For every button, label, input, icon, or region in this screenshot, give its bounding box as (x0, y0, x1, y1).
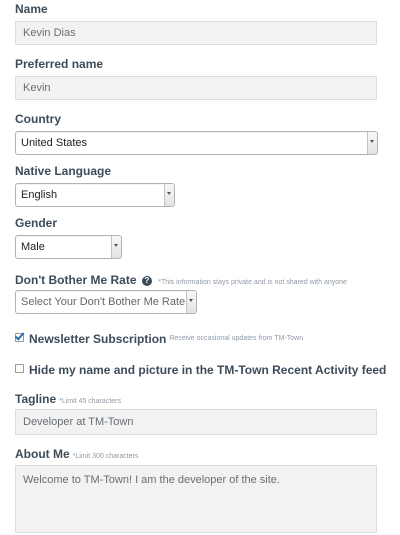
tagline-hint: *Limit 45 characters (59, 398, 121, 405)
country-dropdown-arrow[interactable] (367, 132, 377, 154)
newsletter-hint: Receive occasional updates from TM-Town (169, 335, 304, 343)
hide-activity-label[interactable]: Hide my name and picture in the TM-Town … (29, 363, 386, 377)
native-language-label: Native Language (15, 164, 112, 178)
dont-bother-label: Don't Bother Me Rate (15, 273, 137, 287)
native-language-select[interactable]: English (15, 183, 175, 207)
newsletter-row[interactable]: Newsletter Subscription Receive occasiona… (15, 330, 303, 348)
gender-label: Gender (15, 216, 58, 230)
chevron-down-icon (167, 192, 171, 195)
chevron-down-icon (114, 244, 118, 247)
chevron-down-icon (370, 140, 374, 143)
preferred-name-label: Preferred name (15, 57, 104, 71)
name-label: Name (15, 2, 48, 16)
gender-select-value: Male (21, 241, 45, 253)
chevron-down-icon (189, 299, 193, 302)
help-icon[interactable]: ? (141, 276, 152, 286)
country-label: Country (15, 112, 61, 126)
dont-bother-hint: *This information stays private and is n… (158, 279, 347, 286)
tagline-label: Tagline (15, 392, 57, 406)
about-me-label-row: About Me *Limit 300 characters (15, 447, 138, 461)
newsletter-label[interactable]: Newsletter Subscription (29, 332, 166, 346)
about-me-textarea[interactable]: Welcome to TM-Town! I am the developer o… (15, 465, 377, 533)
name-field[interactable]: Kevin Dias (15, 21, 377, 45)
country-select-value: United States (21, 137, 88, 149)
newsletter-checkbox[interactable] (15, 333, 24, 343)
tagline-field[interactable]: Developer at TM-Town (15, 409, 377, 435)
native-language-dropdown-arrow[interactable] (164, 184, 174, 206)
dont-bother-select-placeholder: Select Your Don't Bother Me Rate (21, 296, 186, 308)
profile-form: Name Kevin Dias Preferred name Kevin Cou… (0, 0, 400, 535)
hide-activity-row[interactable]: Hide my name and picture in the TM-Town … (15, 361, 386, 379)
gender-dropdown-arrow[interactable] (111, 236, 121, 258)
country-select[interactable]: United States (15, 131, 378, 155)
hide-activity-checkbox[interactable] (15, 364, 24, 374)
dont-bother-label-row: Don't Bother Me Rate ? *This information… (15, 273, 347, 287)
tagline-label-row: Tagline *Limit 45 characters (15, 392, 121, 406)
preferred-name-field[interactable]: Kevin (15, 76, 377, 100)
dont-bother-select[interactable]: Select Your Don't Bother Me Rate (15, 290, 197, 314)
about-me-label: About Me (15, 447, 70, 461)
gender-select[interactable]: Male (15, 235, 122, 259)
native-language-select-value: English (21, 189, 58, 201)
about-me-hint: *Limit 300 characters (72, 453, 139, 460)
dont-bother-dropdown-arrow[interactable] (186, 291, 196, 313)
